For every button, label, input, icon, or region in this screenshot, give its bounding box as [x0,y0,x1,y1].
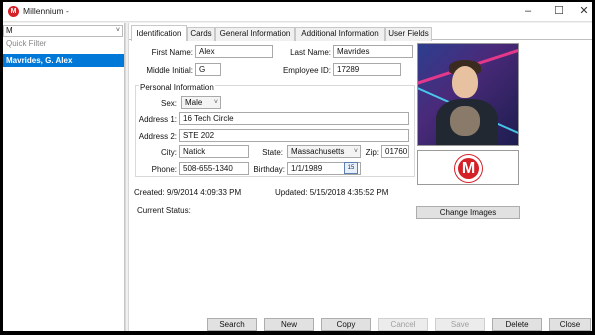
quick-filter-input[interactable]: Quick Filter [3,38,123,50]
address2-field[interactable]: STE 202 [179,129,409,142]
delete-button[interactable]: Delete [492,318,542,331]
employee-photo [417,43,519,146]
photo-person-face [452,66,478,98]
filter-dropdown[interactable]: M ˅ [3,25,123,37]
first-name-label: First Name: [151,48,193,57]
city-label: City: [161,148,177,157]
copy-button[interactable]: Copy [321,318,371,331]
created-timestamp: Created: 9/9/2014 4:09:33 PM [134,188,242,197]
address1-label: Address 1: [138,115,177,124]
sex-value: Male [185,98,203,107]
photo-cat [450,106,480,136]
middle-initial-field[interactable]: G [195,63,221,76]
title-bar: M Millennium - – ☐ ✕ [3,2,592,22]
minimize-button[interactable]: – [513,2,543,22]
logo-image-box: M [417,150,519,185]
record-list-panel: M ˅ Quick Filter Mavrides, G. Alex [3,23,125,331]
city-field[interactable]: Natick [179,145,249,158]
employee-id-label: Employee ID: [282,66,331,75]
address1-field[interactable]: 16 Tech Circle [179,112,409,125]
state-label: State: [262,148,283,157]
state-value: Massachusetts [291,147,345,156]
chevron-down-icon: ˅ [115,27,120,34]
middle-initial-label: Middle Initial: [146,66,193,75]
tab-user-fields[interactable]: User Fields [385,27,432,41]
record-detail: Identification Cards General Information… [129,23,592,331]
cancel-button[interactable]: Cancel [378,318,428,331]
change-images-button[interactable]: Change Images [416,206,520,219]
close-button[interactable]: Close [549,318,591,331]
address2-label: Address 2: [138,132,177,141]
zip-label: Zip: [365,148,379,157]
chevron-down-icon: ˅ [353,148,358,155]
tab-cards[interactable]: Cards [187,27,215,41]
new-button[interactable]: New [264,318,314,331]
app-window: M Millennium - – ☐ ✕ M ˅ Quick Filter Ma… [3,2,592,331]
action-bar: Search New Copy Cancel Save Delete Close [129,318,592,331]
millennium-app-icon: M [8,6,19,17]
tab-identification[interactable]: Identification [131,25,187,41]
updated-timestamp: Updated: 5/15/2018 4:35:52 PM [275,188,389,197]
tab-bar: Identification Cards General Information… [129,25,592,41]
tab-general-information[interactable]: General Information [215,27,295,41]
current-status-label: Current Status: [137,206,191,215]
tab-additional-information[interactable]: Additional Information [295,27,385,41]
list-item[interactable]: Mavrides, G. Alex [3,54,124,67]
state-dropdown[interactable]: Massachusetts ˅ [287,145,361,158]
search-button[interactable]: Search [207,318,257,331]
chevron-down-icon: ˅ [213,99,218,106]
window-title: Millennium - [23,6,69,16]
close-window-button[interactable]: ✕ [569,2,592,22]
filter-value: M [6,26,13,35]
first-name-field[interactable]: Alex [195,45,273,58]
phone-label: Phone: [151,165,177,174]
sex-label: Sex: [160,99,177,108]
birthday-label: Birthday: [253,165,285,174]
last-name-label: Last Name: [290,48,331,57]
last-name-field[interactable]: Mavrides [333,45,413,58]
phone-field[interactable]: 508-655-1340 [179,162,249,175]
personal-information-title: Personal Information [139,83,215,92]
sex-dropdown[interactable]: Male ˅ [181,96,221,109]
save-button[interactable]: Save [435,318,485,331]
zip-field[interactable]: 01760 [381,145,409,158]
millennium-logo-icon: M [455,155,482,182]
employee-id-field[interactable]: 17289 [333,63,401,76]
calendar-icon[interactable]: 15 [344,162,358,174]
